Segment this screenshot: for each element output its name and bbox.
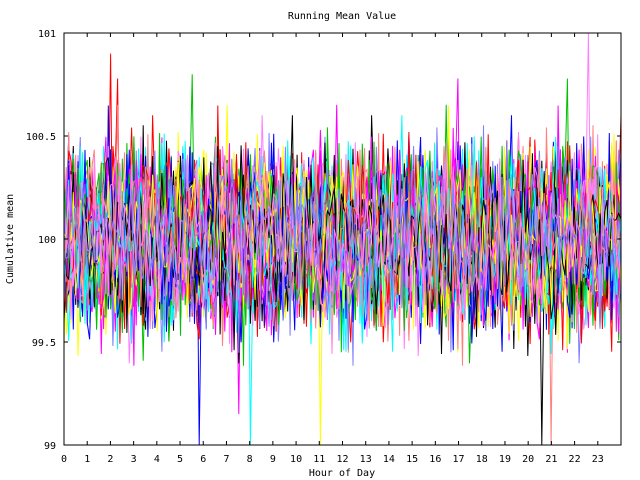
x-tick-label: 16 bbox=[429, 454, 441, 465]
x-tick-label: 22 bbox=[569, 454, 581, 465]
y-tick-label: 100 bbox=[38, 235, 56, 246]
x-tick-label: 2 bbox=[107, 454, 113, 465]
x-tick-label: 23 bbox=[592, 454, 604, 465]
x-tick-label: 19 bbox=[499, 454, 511, 465]
x-tick-label: 14 bbox=[383, 454, 395, 465]
x-tick-label: 13 bbox=[360, 454, 372, 465]
x-tick-label: 12 bbox=[336, 454, 348, 465]
x-tick-label: 5 bbox=[177, 454, 183, 465]
x-tick-label: 9 bbox=[270, 454, 276, 465]
x-tick-label: 10 bbox=[290, 454, 302, 465]
x-tick-label: 21 bbox=[545, 454, 557, 465]
x-tick-label: 8 bbox=[247, 454, 253, 465]
chart-title: Running Mean Value bbox=[288, 11, 396, 22]
x-tick-label: 6 bbox=[200, 454, 206, 465]
x-tick-label: 3 bbox=[131, 454, 137, 465]
y-tick-label: 99 bbox=[44, 441, 56, 452]
x-tick-label: 4 bbox=[154, 454, 160, 465]
x-tick-label: 1 bbox=[84, 454, 90, 465]
y-tick-label: 99.5 bbox=[32, 338, 56, 349]
x-tick-label: 0 bbox=[61, 454, 67, 465]
x-tick-label: 15 bbox=[406, 454, 418, 465]
running-mean-chart: Running Mean Value 0 1 2 3 4 5 6 7 8 9 10 11 12 13 14 1… bbox=[0, 0, 640, 480]
y-axis-label: Cumulative mean bbox=[5, 194, 16, 284]
y-tick-label: 100.5 bbox=[26, 132, 56, 143]
x-axis-label: Hour of Day bbox=[309, 468, 375, 479]
x-tick-label: 20 bbox=[522, 454, 534, 465]
x-tick-label: 18 bbox=[476, 454, 488, 465]
x-tick-label: 7 bbox=[223, 454, 229, 465]
y-tick-label: 101 bbox=[38, 29, 56, 40]
x-tick-label: 11 bbox=[313, 454, 325, 465]
x-tick-label: 17 bbox=[453, 454, 465, 465]
